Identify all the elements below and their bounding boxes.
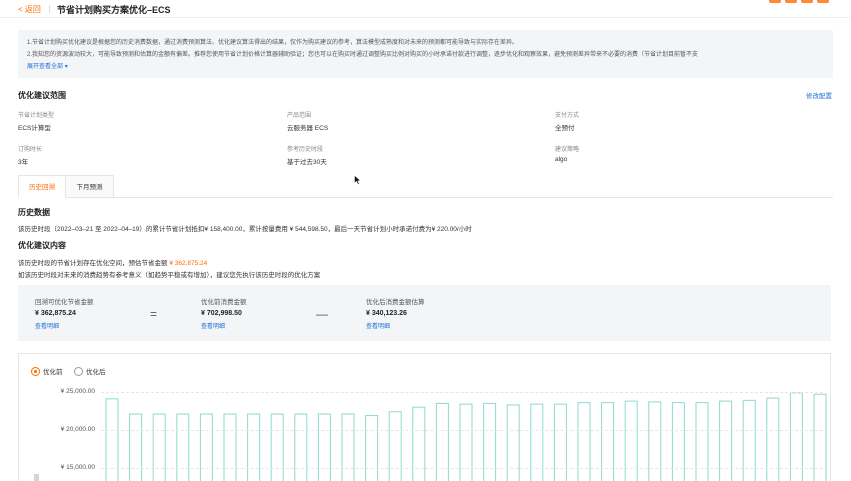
corner-decoration (769, 0, 829, 3)
gridline (101, 392, 823, 393)
expand-all-link[interactable]: 展开查看全部 ▾ (27, 64, 68, 70)
gridline (101, 430, 823, 431)
before-column: 优化前消费金额 ¥ 702,998.50 查看明细 (201, 296, 247, 330)
tab-history-backtrack[interactable]: 历史回溯 (18, 175, 66, 198)
cost-chart-panel: 优化前 优化后 ¥ 25,000.00 ¥ 20,000.00 ¥ 15,000.0… (18, 353, 831, 481)
advice-heading: 优化建议内容 (18, 241, 66, 250)
bar[interactable] (388, 411, 402, 481)
history-summary: 该历史时段（2022–03–21 至 2022–04–19）的累计节省计划抵扣¥… (18, 226, 472, 233)
y-tick-label: ¥ 20,000.00 (60, 426, 95, 433)
bar[interactable] (270, 413, 284, 481)
notice-panel: 1.节省计划购买优化建议是根据您的历史消费数据，通过消费预测算法、优化建议算法得… (18, 30, 833, 78)
minus-sign: — (316, 307, 328, 321)
edit-config-link[interactable]: 修改配置 (806, 90, 832, 100)
field-value: 3年 (18, 159, 29, 166)
field-value: 全预付 (555, 125, 575, 132)
field-label: 订购时长 (18, 147, 43, 153)
back-link[interactable]: < 返回 (18, 4, 41, 15)
saving-detail-link[interactable]: 查看明细 (35, 321, 94, 330)
advice-line-2: 如该历史时段对未来的消费趋势有参考意义（如趋势平稳或有增加），建议您先执行该历史… (18, 272, 321, 279)
bar-chart (105, 392, 827, 481)
after-detail-link[interactable]: 查看明细 (366, 321, 425, 330)
bar[interactable] (435, 402, 449, 481)
bar[interactable] (648, 401, 662, 481)
header-divider (49, 5, 50, 13)
bar[interactable] (176, 413, 190, 481)
bar[interactable] (412, 406, 426, 481)
after-column: 优化后消费金额估算 ¥ 340,123.26 查看明细 (366, 296, 425, 330)
bar[interactable] (223, 413, 237, 481)
field-value: 基于过去30天 (287, 159, 327, 166)
gridline (101, 468, 823, 469)
equals-sign: = (150, 307, 158, 321)
bar[interactable] (719, 400, 733, 481)
advice-line-1: 该历史时段的节省计划存在优化空间，预估节省金额 ¥ 362,875.24 (18, 260, 208, 267)
field-value: ECS计算型 (18, 125, 51, 132)
field-label: 节省计划类型 (18, 113, 55, 119)
bar[interactable] (199, 413, 213, 481)
savings-formula-panel: 回溯可优化节省金额 ¥ 362,875.24 查看明细 = 优化前消费金额 ¥ … (18, 285, 831, 341)
bar[interactable] (506, 404, 520, 481)
notice-line-2: 2.我知您的资源波动较大，可能导致预测和估算的金额有偏差。推荐您使用节省计划价格… (27, 52, 699, 58)
before-value: ¥ 702,998.50 (201, 310, 242, 317)
page-title: 节省计划购买方案优化–ECS (57, 5, 171, 15)
y-tick-label: ¥ 25,000.00 (60, 388, 95, 395)
bar[interactable] (483, 402, 497, 481)
bar[interactable] (577, 402, 591, 481)
saving-column: 回溯可优化节省金额 ¥ 362,875.24 查看明细 (35, 296, 94, 330)
saving-value: ¥ 362,875.24 (35, 310, 76, 317)
tab-bar: 历史回溯 下月预测 (18, 175, 833, 198)
notice-line-1: 1.节省计划购买优化建议是根据您的历史消费数据，通过消费预测算法、优化建议算法得… (27, 40, 519, 46)
bar[interactable] (671, 402, 685, 481)
saving-label: 回溯可优化节省金额 (35, 299, 94, 306)
before-label: 优化前消费金额 (201, 299, 247, 306)
after-value: ¥ 340,123.26 (366, 310, 407, 317)
bar[interactable] (624, 400, 638, 481)
bar[interactable] (459, 403, 473, 481)
chevron-down-icon: ▾ (64, 64, 68, 70)
scope-heading: 优化建议范围 (18, 91, 66, 100)
bar[interactable] (530, 403, 544, 481)
bar[interactable] (152, 413, 166, 481)
bar[interactable] (129, 413, 143, 481)
tab-next-month-forecast[interactable]: 下月预测 (66, 175, 114, 198)
field-label: 参考历史时段 (287, 147, 324, 153)
history-heading: 历史数据 (18, 208, 50, 217)
field-value: 云服务器 ECS (287, 125, 329, 132)
bar[interactable] (317, 413, 331, 481)
bar[interactable] (247, 413, 261, 481)
field-value: algo (555, 156, 568, 163)
bar[interactable] (341, 413, 355, 481)
field-label: 支付方式 (555, 113, 580, 119)
estimated-saving-amount: ¥ 362,875.24 (169, 260, 208, 267)
bar[interactable] (695, 402, 709, 481)
bar[interactable] (365, 415, 379, 481)
before-detail-link[interactable]: 查看明细 (201, 321, 247, 330)
after-label: 优化后消费金额估算 (366, 299, 425, 306)
y-tick-label: ¥ 15,000.00 (60, 464, 95, 471)
bar[interactable] (294, 413, 308, 481)
bar[interactable] (553, 403, 567, 481)
top-bar: < 返回 节省计划购买方案优化–ECS (0, 0, 851, 18)
field-label: 产品范围 (287, 113, 312, 119)
field-label: 建议策略 (555, 147, 580, 153)
bar[interactable] (601, 402, 615, 481)
